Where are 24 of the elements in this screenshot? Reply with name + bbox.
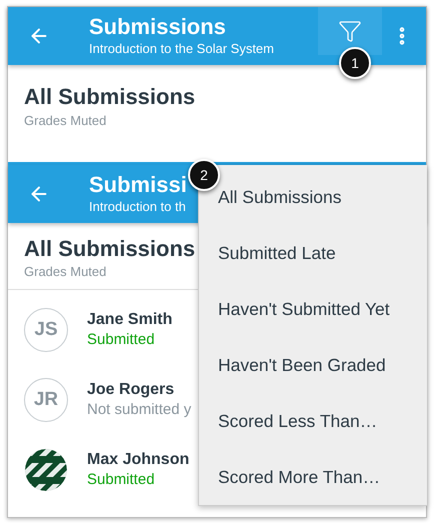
list-heading: All Submissions xyxy=(24,83,196,111)
screen-title: Submissi xyxy=(89,172,187,198)
list-heading: All Submissions xyxy=(24,235,196,263)
grades-status: Grades Muted xyxy=(24,263,106,281)
screen-title: Submissions xyxy=(89,14,227,40)
filter-option[interactable]: Scored More Than… xyxy=(199,449,427,505)
student-name: Max Johnson xyxy=(87,450,190,470)
submission-status: Submitted xyxy=(87,330,156,350)
filter-option[interactable]: Haven't Been Graded xyxy=(199,337,427,393)
filter-icon[interactable] xyxy=(318,7,382,55)
filter-option[interactable]: Submitted Late xyxy=(199,225,427,281)
callout-tooltip: 1 xyxy=(339,47,371,79)
submission-status: Submitted xyxy=(87,470,156,490)
callout-tooltip: 2 xyxy=(188,159,220,191)
avatar: JR xyxy=(24,378,68,422)
submission-status: Not submitted y xyxy=(87,400,192,420)
grades-status: Grades Muted xyxy=(24,112,108,130)
student-name: Joe Rogers xyxy=(87,380,176,400)
course-subtitle: Introduction to the Solar System xyxy=(89,40,274,58)
filter-option[interactable]: Scored Less Than… xyxy=(199,393,427,449)
filter-option[interactable]: Haven't Submitted Yet xyxy=(199,281,427,337)
course-subtitle: Introduction to th xyxy=(89,198,187,216)
avatar: JS xyxy=(24,308,68,352)
student-name: Jane Smith xyxy=(87,310,172,330)
